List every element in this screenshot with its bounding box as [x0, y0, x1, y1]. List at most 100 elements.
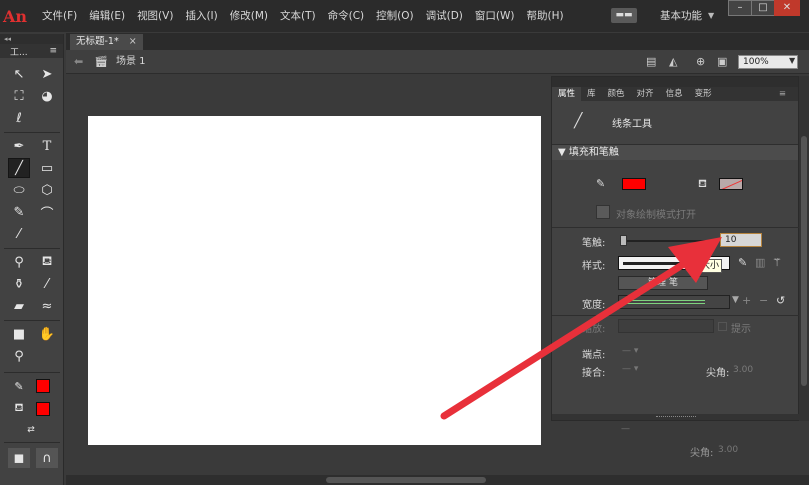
oval-tool-icon[interactable]: ⬭: [8, 180, 30, 200]
text-tool-icon[interactable]: T: [36, 136, 58, 156]
stroke-size-input[interactable]: 10: [720, 233, 762, 247]
fill-color-none-swatch[interactable]: [719, 178, 743, 190]
swap-colors-icon[interactable]: ⇄: [20, 420, 42, 440]
tab-color[interactable]: 颜色: [602, 87, 631, 101]
properties-scrollbar[interactable]: [799, 76, 809, 421]
panel-menu-icon[interactable]: ≡: [773, 87, 792, 101]
brush-icon[interactable]: ⚚: [772, 256, 782, 269]
object-drawing-row: 对象绘制模式打开: [552, 203, 800, 223]
workspace-switch-button[interactable]: ▬▬: [611, 8, 637, 23]
pen-tool-icon[interactable]: ✒: [8, 136, 30, 156]
stroke-slider-thumb[interactable]: [620, 235, 627, 246]
stage-canvas[interactable]: [88, 116, 541, 445]
edit-scene-icon[interactable]: ▤: [646, 55, 656, 68]
brush-tool-icon[interactable]: ⌒: [36, 202, 58, 222]
scale-select[interactable]: [618, 319, 714, 333]
panel-resize-gripper[interactable]: [552, 414, 800, 420]
chevron-down-icon[interactable]: ▼: [732, 295, 739, 305]
fill-stroke-section-header[interactable]: ▼ 填充和笔触: [552, 145, 798, 160]
minimize-button[interactable]: –: [728, 0, 752, 16]
bone-tool-icon[interactable]: ⚲: [8, 252, 30, 272]
object-drawing-toggle[interactable]: [596, 205, 610, 219]
width-profile-select[interactable]: [618, 295, 730, 309]
tab-info[interactable]: 信息: [660, 87, 689, 101]
chevron-down-icon[interactable]: ▼: [708, 0, 714, 32]
close-button[interactable]: ✕: [774, 0, 800, 16]
lasso-tool-icon[interactable]: ℓ: [8, 108, 30, 128]
tab-transform[interactable]: 变形: [689, 87, 718, 101]
tab-align[interactable]: 对齐: [631, 87, 660, 101]
snap-magnet-icon[interactable]: ∩: [36, 448, 58, 468]
reset-width-icon[interactable]: ↺: [776, 294, 785, 307]
manage-width-profiles-button[interactable]: 管理 笔: [618, 276, 708, 290]
document-tab[interactable]: 无标题-1* ×: [70, 34, 143, 50]
rectangle-tool-icon[interactable]: ▭: [36, 158, 58, 178]
object-drawing-icon[interactable]: ◼: [8, 448, 30, 468]
free-transform-tool-icon[interactable]: ⛶: [8, 86, 30, 106]
tools-panel-tab[interactable]: 工... ≡: [0, 44, 63, 58]
menu-commands[interactable]: 命令(C): [322, 0, 371, 32]
remove-width-icon[interactable]: −: [759, 294, 768, 307]
stroke-pencil-icon: ✎: [596, 177, 606, 190]
edit-symbols-icon[interactable]: ◭: [669, 55, 677, 68]
join-select[interactable]: — ▾: [622, 364, 638, 374]
stroke-slider-track[interactable]: [622, 240, 712, 242]
eraser-tool-icon[interactable]: ▰: [8, 296, 30, 316]
menu-view[interactable]: 视图(V): [131, 0, 179, 32]
center-stage-icon[interactable]: ⊕: [696, 55, 705, 68]
menu-file[interactable]: 文件(F): [36, 0, 83, 32]
horizontal-scrollbar[interactable]: [66, 475, 809, 485]
menu-edit[interactable]: 编辑(E): [83, 0, 131, 32]
maximize-button[interactable]: □: [751, 0, 775, 16]
selection-tool-icon[interactable]: ↖: [8, 64, 30, 84]
camera-tool-icon[interactable]: ■: [8, 324, 30, 344]
scene-clapper-icon: 🎬︎: [94, 55, 108, 68]
scene-label[interactable]: 场景 1: [116, 50, 146, 74]
paint-bucket-tool-icon[interactable]: ⛾: [36, 252, 58, 272]
scrollbar-thumb[interactable]: [326, 477, 486, 483]
fill-color-icon[interactable]: ⛾: [8, 398, 30, 418]
hint-checkbox[interactable]: [718, 322, 727, 331]
line-tool-icon[interactable]: ╱: [8, 158, 30, 178]
tab-library[interactable]: 库: [581, 87, 602, 101]
stroke-style-row: 样式: 大小 ✎ ▥ ⚚: [552, 256, 800, 273]
ink-bottle-tool-icon[interactable]: ⚱: [8, 274, 30, 294]
chevron-down-icon[interactable]: ▼: [789, 56, 795, 65]
stroke-color-swatch[interactable]: [36, 379, 50, 393]
stroke-color-icon[interactable]: ✎: [8, 376, 30, 396]
zoom-tool-icon[interactable]: ⚲: [8, 346, 30, 366]
cap-select[interactable]: — ▾: [622, 346, 638, 356]
tools-divider: [4, 248, 60, 249]
line-tool-icon: ╱: [574, 113, 583, 129]
add-width-icon[interactable]: +: [742, 294, 751, 307]
edit-stroke-style-icon[interactable]: ✎: [738, 256, 747, 269]
tab-properties[interactable]: 属性: [552, 87, 582, 101]
menu-insert[interactable]: 插入(I): [179, 0, 223, 32]
stroke-color-swatch[interactable]: [622, 178, 646, 190]
brush-library-icon[interactable]: ▥: [755, 256, 765, 269]
hand-tool-icon[interactable]: ✋: [36, 324, 58, 344]
menu-text[interactable]: 文本(T): [274, 0, 322, 32]
close-tab-icon[interactable]: ×: [129, 36, 137, 47]
spray-brush-tool-icon[interactable]: ⁄: [8, 224, 30, 244]
miter-value[interactable]: 3.00: [733, 365, 753, 375]
menu-help[interactable]: 帮助(H): [520, 0, 569, 32]
back-arrow-icon[interactable]: ⬅: [74, 55, 83, 68]
width-tool-icon[interactable]: ≈: [36, 296, 58, 316]
pencil-tool-icon[interactable]: ✎: [8, 202, 30, 222]
tools-divider: [4, 132, 60, 133]
3d-rotation-tool-icon[interactable]: ◕: [36, 86, 58, 106]
subselection-tool-icon[interactable]: ➤: [36, 64, 58, 84]
menu-window[interactable]: 窗口(W): [469, 0, 521, 32]
menu-debug[interactable]: 调试(D): [420, 0, 469, 32]
panel-menu-icon[interactable]: ≡: [49, 46, 57, 56]
tools-panel-collapse[interactable]: ◂◂: [0, 34, 63, 44]
fill-color-swatch[interactable]: [36, 402, 50, 416]
scrollbar-thumb[interactable]: [801, 136, 807, 386]
menu-control[interactable]: 控制(O): [370, 0, 419, 32]
clip-stage-icon[interactable]: ▣: [717, 55, 727, 68]
menu-modify[interactable]: 修改(M): [224, 0, 274, 32]
eyedropper-tool-icon[interactable]: ⁄: [36, 274, 58, 294]
workspace-label[interactable]: 基本功能: [660, 0, 702, 32]
polystar-tool-icon[interactable]: ⬡: [36, 180, 58, 200]
